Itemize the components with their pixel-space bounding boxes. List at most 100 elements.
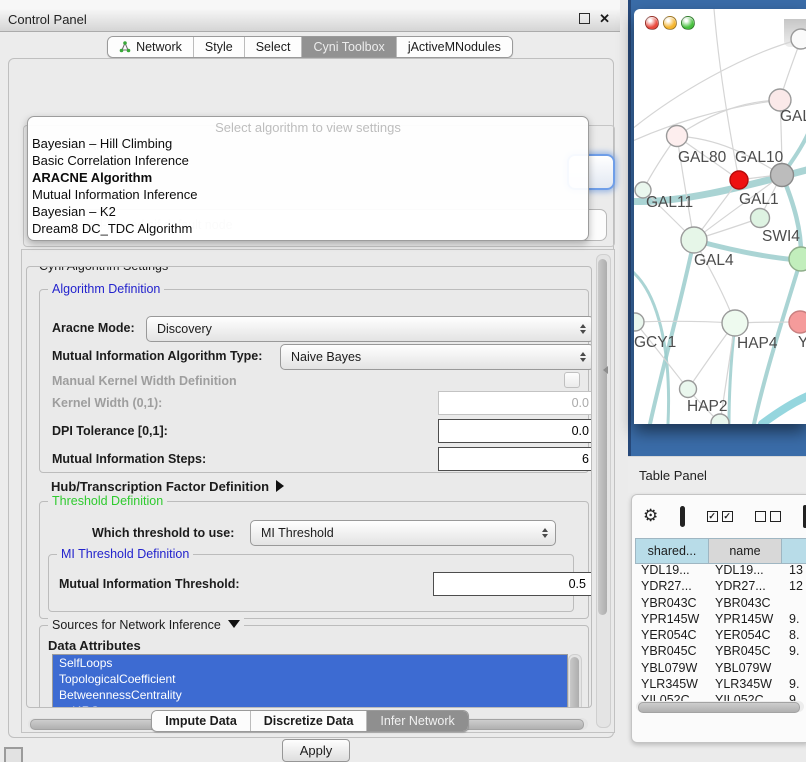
manual-kernel-checkbox[interactable] [564, 372, 580, 388]
data-attributes-list[interactable]: SelfLoopsTopologicalCoefficientBetweenne… [52, 654, 568, 708]
network-node[interactable] [751, 209, 770, 228]
attribute-item[interactable]: SelfLoops [53, 655, 567, 671]
algorithm-option[interactable]: ARACNE Algorithm [28, 169, 588, 186]
column-header[interactable]: A [782, 538, 806, 564]
network-node[interactable] [791, 29, 806, 49]
table-cell [783, 661, 806, 677]
network-view-window[interactable]: GALGAL80GAL10GAL11GAL1SWI4GAL4GCY1HAP4YH… [634, 9, 806, 424]
cyni-algorithm-settings-group: Cyni Algorithm Settings Algorithm Defini… [26, 266, 592, 708]
dpi-tolerance-field[interactable]: 0.0 [438, 419, 592, 443]
table-cell: 9. [783, 677, 806, 693]
table-cell: YBL079W [635, 661, 709, 677]
table-cell: YBR043C [709, 596, 783, 612]
network-node[interactable] [711, 414, 729, 424]
panel-divider-arrow[interactable] [603, 366, 608, 374]
table-panel-bar: Table Panel [628, 456, 806, 493]
tab-label: Select [256, 40, 291, 54]
network-node[interactable] [634, 313, 644, 331]
select-all-icon[interactable]: ✓✓ [707, 511, 733, 522]
panel-title: Control Panel [0, 12, 87, 27]
settings-vertical-scrollbar[interactable] [596, 254, 611, 728]
spinner-icon[interactable] [580, 352, 586, 362]
table-row[interactable]: YBL079WYBL079W [635, 661, 806, 677]
attribute-item[interactable]: gal4RGexp [53, 703, 567, 708]
network-node[interactable] [680, 381, 697, 398]
algorithm-option[interactable]: Dream8 DC_TDC Algorithm [28, 220, 588, 237]
which-threshold-select[interactable]: MI Threshold [250, 520, 556, 546]
algorithm-definition-group: Algorithm Definition Aracne Mode: Discov… [39, 289, 589, 473]
algorithm-option[interactable]: Basic Correlation Inference [28, 152, 588, 169]
table-cell: YLR345W [709, 677, 783, 693]
network-canvas[interactable]: GALGAL80GAL10GAL11GAL1SWI4GAL4GCY1HAP4YH… [634, 9, 806, 424]
bottom-tab-row: Impute DataDiscretize DataInfer Network [0, 710, 620, 732]
algorithm-option[interactable]: Bayesian – Hill Climbing [28, 135, 588, 152]
network-node[interactable] [789, 247, 806, 271]
tab-discretize-data[interactable]: Discretize Data [250, 711, 367, 731]
attribute-item[interactable]: BetweennessCentrality [53, 687, 567, 703]
network-node[interactable] [771, 164, 794, 187]
columns-icon[interactable] [680, 506, 684, 527]
threshold-definition-group: Threshold Definition Which threshold to … [39, 501, 589, 619]
hub-definition-toggle[interactable]: Hub/Transcription Factor Definition [51, 479, 284, 494]
column-header[interactable]: name [709, 538, 782, 564]
table-cell: 9. [783, 644, 806, 660]
table-horizontal-scrollbar[interactable] [636, 701, 804, 712]
aracne-mode-select[interactable]: Discovery [146, 316, 592, 342]
network-node[interactable] [730, 171, 748, 189]
float-icon[interactable] [579, 13, 590, 24]
table-row[interactable]: YDL19...YDL19...13 [635, 563, 806, 579]
minimized-widget-icon[interactable] [4, 747, 23, 762]
table-row[interactable]: YBR045CYBR045C9. [635, 644, 806, 660]
table-cell: YBR045C [635, 644, 709, 660]
node-label: GAL4 [694, 252, 734, 269]
tab-style[interactable]: Style [193, 37, 244, 57]
tab-infer-network[interactable]: Infer Network [366, 711, 467, 731]
spinner-icon[interactable] [580, 324, 586, 334]
attribute-list-scrollbar[interactable] [568, 654, 582, 708]
tab-cyni-toolbox[interactable]: Cyni Toolbox [301, 37, 395, 57]
control-panel-titlebar: Control Panel ✕ [0, 8, 620, 32]
tab-jactivemnodules[interactable]: jActiveMNodules [396, 37, 512, 57]
network-node[interactable] [722, 310, 748, 336]
table-cell: 13 [783, 563, 806, 579]
dpi-tolerance-label: DPI Tolerance [0,1]: [52, 424, 168, 438]
apply-button[interactable]: Apply [282, 739, 350, 762]
table-row[interactable]: YDR27...YDR27...12 [635, 579, 806, 595]
close-icon[interactable]: ✕ [599, 12, 610, 25]
table-row[interactable]: YPR145WYPR145W9. [635, 612, 806, 628]
network-node[interactable] [681, 227, 707, 253]
node-label: GAL [780, 108, 806, 125]
network-node[interactable] [667, 126, 688, 147]
attribute-item[interactable]: TopologicalCoefficient [53, 671, 567, 687]
sources-title[interactable]: Sources for Network Inference [48, 618, 244, 632]
spinner-icon[interactable] [542, 528, 548, 538]
table-body: YDL19...YDL19...13YDR27...YDR27...12YBR0… [635, 563, 806, 710]
node-label: HAP2 [687, 398, 728, 415]
tab-network[interactable]: Network [108, 37, 193, 57]
collapsed-arrow-icon [276, 480, 284, 492]
table-row[interactable]: YBR043CYBR043C [635, 596, 806, 612]
column-header[interactable]: shared... [635, 538, 709, 564]
mi-type-select[interactable]: Naive Bayes [280, 344, 592, 370]
table-cell: YBR045C [709, 644, 783, 660]
table-cell: YDR27... [635, 579, 709, 595]
tab-select[interactable]: Select [244, 37, 302, 57]
algorithm-placeholder: Select algorithm to view settings [28, 120, 588, 135]
table-cell: YPR145W [635, 612, 709, 628]
tab-impute-data[interactable]: Impute Data [152, 711, 250, 731]
mi-steps-field[interactable]: 6 [438, 447, 592, 471]
network-edge [677, 100, 780, 136]
table-row[interactable]: YLR345WYLR345W9. [635, 677, 806, 693]
algorithm-option[interactable]: Mutual Information Inference [28, 186, 588, 203]
kernel-width-field[interactable]: 0.0 [438, 391, 592, 415]
top-tab-row: NetworkStyle Select Cyni ToolboxjActiveMNo… [0, 36, 620, 58]
network-node[interactable] [789, 311, 806, 333]
gear-icon[interactable]: ⚙ [643, 506, 658, 526]
table-row[interactable]: YER054CYER054C8. [635, 628, 806, 644]
table-cell: YDL19... [635, 563, 709, 579]
deselect-all-icon[interactable] [755, 511, 781, 522]
network-edge [635, 321, 735, 323]
node-label: GAL1 [739, 191, 779, 208]
algorithm-option[interactable]: Bayesian – K2 [28, 203, 588, 220]
mi-threshold-field[interactable]: 0.5 [433, 572, 592, 596]
